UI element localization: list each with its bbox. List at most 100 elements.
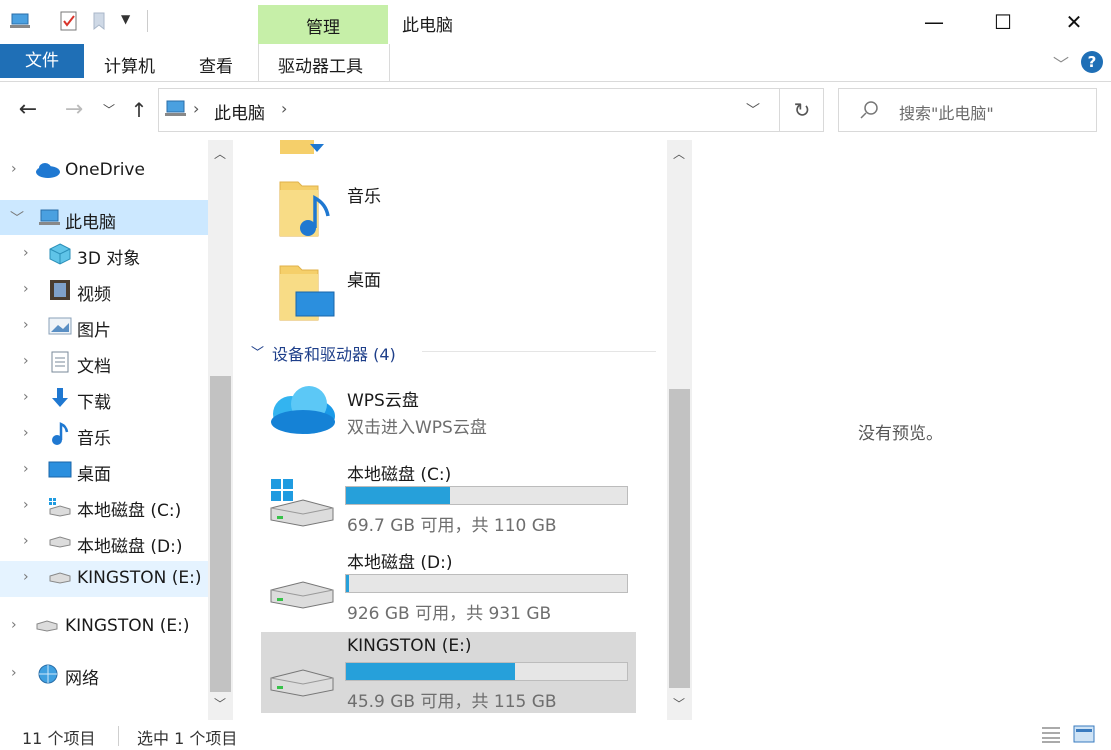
devices-group-header[interactable]: 设备和驱动器 (4) (272, 341, 396, 365)
expand-chevron-icon[interactable]: › (23, 353, 29, 369)
recent-locations-chevron-icon[interactable]: ﹀ (100, 98, 118, 122)
drive-c-name[interactable]: 本地磁盘 (C:) (347, 460, 451, 485)
manage-tab[interactable]: 管理 (258, 13, 388, 38)
sidebar-item-video[interactable]: 视频 (77, 280, 111, 305)
breadcrumb-chevron-icon[interactable]: › (281, 99, 287, 118)
drive-d-usage-bar (345, 574, 628, 593)
qat-dropdown-icon[interactable]: ▼ (121, 12, 130, 26)
sidebar-item-3d-objects[interactable]: 3D 对象 (77, 244, 140, 269)
status-selected-count: 选中 1 个项目 (137, 729, 238, 748)
sidebar-item-documents[interactable]: 文档 (77, 352, 111, 377)
group-collapse-chevron-icon[interactable]: ﹀ (251, 342, 264, 361)
sidebar-item-network[interactable]: 网络 (65, 664, 99, 689)
qat-divider (147, 10, 148, 32)
folder-music-label[interactable]: 音乐 (347, 182, 381, 207)
forward-arrow-icon[interactable]: → (60, 96, 88, 124)
status-divider (118, 726, 119, 746)
drive-c-icon (48, 497, 72, 521)
download-icon (50, 387, 70, 413)
drive-d-usage-fill (346, 575, 349, 592)
sidebar-item-this-pc[interactable]: 此电脑 (65, 208, 116, 233)
sidebar-item-desktop[interactable]: 桌面 (77, 460, 111, 485)
collapse-chevron-icon[interactable]: ﹀ (10, 208, 24, 228)
expand-chevron-icon[interactable]: › (23, 389, 29, 405)
drive-e-name[interactable]: KINGSTON (E:) (347, 636, 471, 656)
drive-c-usage-fill (346, 487, 450, 504)
search-icon (859, 100, 879, 124)
close-button[interactable]: ✕ (1051, 8, 1097, 36)
address-dropdown-icon[interactable]: ﹀ (746, 100, 760, 120)
tab-file[interactable]: 文件 (0, 44, 84, 78)
new-folder-icon[interactable] (90, 10, 112, 32)
ribbon-tab-bar (0, 44, 1111, 82)
sidebar-item-onedrive[interactable]: OneDrive (65, 160, 145, 180)
scroll-down-arrow-icon[interactable]: ﹀ (673, 695, 685, 712)
pictures-icon (48, 316, 72, 340)
expand-chevron-icon[interactable]: › (23, 245, 29, 261)
properties-icon[interactable] (58, 10, 80, 32)
3d-objects-icon (48, 243, 72, 269)
music-folder-icon[interactable] (278, 176, 334, 244)
expand-chevron-icon[interactable]: › (23, 497, 29, 513)
minimize-button[interactable]: — (911, 8, 957, 36)
sidebar-item-kingston-e-root[interactable]: KINGSTON (E:) (65, 616, 189, 636)
this-pc-icon (164, 98, 188, 124)
ribbon-expand-icon[interactable]: ﹀ (1051, 51, 1071, 74)
wps-cloud-icon[interactable] (267, 380, 339, 442)
drive-d-name[interactable]: 本地磁盘 (D:) (347, 548, 453, 573)
onedrive-icon (35, 160, 61, 184)
expand-chevron-icon[interactable]: › (23, 569, 29, 585)
status-item-count: 11 个项目 (22, 729, 96, 748)
scroll-up-arrow-icon[interactable]: ︿ (214, 145, 226, 162)
expand-chevron-icon[interactable]: › (11, 665, 17, 681)
details-view-icon[interactable] (1041, 724, 1061, 744)
window-title: 此电脑 (402, 16, 453, 36)
drive-d-icon (48, 534, 72, 554)
folder-desktop-label[interactable]: 桌面 (347, 266, 381, 291)
sidebar-item-drive-c[interactable]: 本地磁盘 (C:) (77, 496, 181, 521)
expand-chevron-icon[interactable]: › (23, 461, 29, 477)
usb-drive-icon (48, 570, 72, 590)
expand-chevron-icon[interactable]: › (11, 161, 17, 177)
expand-chevron-icon[interactable]: › (11, 617, 17, 633)
maximize-button[interactable]: ☐ (980, 8, 1026, 36)
wps-cloud-name[interactable]: WPS云盘 (347, 386, 419, 411)
sidebar-item-drive-d[interactable]: 本地磁盘 (D:) (77, 532, 183, 557)
drive-e-usage-bar (345, 662, 628, 681)
content-scrollbar-thumb[interactable] (669, 389, 690, 688)
expand-chevron-icon[interactable]: › (23, 533, 29, 549)
large-icons-view-icon[interactable] (1073, 724, 1095, 744)
drive-c-usage-bar (345, 486, 628, 505)
breadcrumb-this-pc[interactable]: 此电脑 (214, 99, 265, 124)
expand-chevron-icon[interactable]: › (23, 281, 29, 297)
drive-e-free-space: 45.9 GB 可用，共 115 GB (347, 692, 557, 712)
drive-d-icon[interactable] (269, 578, 335, 622)
usb-drive-icon[interactable] (269, 666, 335, 710)
expand-chevron-icon[interactable]: › (23, 425, 29, 441)
partial-folder-icon (280, 140, 328, 160)
wps-cloud-subtitle: 双击进入WPS云盘 (347, 418, 487, 438)
back-arrow-icon[interactable]: ← (14, 96, 42, 124)
sidebar-item-kingston-e[interactable]: KINGSTON (E:) (77, 568, 201, 588)
tab-computer[interactable]: 计算机 (104, 52, 155, 77)
help-button[interactable]: ? (1081, 51, 1103, 73)
video-icon (48, 279, 72, 305)
up-arrow-icon[interactable]: ↑ (126, 96, 152, 124)
desktop-folder-icon[interactable] (278, 260, 336, 328)
search-placeholder: 搜索"此电脑" (899, 104, 994, 123)
sidebar-item-downloads[interactable]: 下载 (77, 388, 111, 413)
sidebar-scrollbar-thumb[interactable] (210, 376, 231, 692)
breadcrumb-chevron-icon[interactable]: › (193, 99, 199, 118)
refresh-icon[interactable]: ↻ (779, 88, 824, 132)
drive-d-free-space: 926 GB 可用，共 931 GB (347, 604, 552, 624)
expand-chevron-icon[interactable]: › (23, 317, 29, 333)
scroll-up-arrow-icon[interactable]: ︿ (673, 145, 685, 162)
sidebar-item-music[interactable]: 音乐 (77, 424, 111, 449)
tab-drive-tools[interactable]: 驱动器工具 (278, 52, 363, 77)
scroll-down-arrow-icon[interactable]: ﹀ (214, 695, 226, 712)
tab-view[interactable]: 查看 (199, 52, 233, 77)
this-pc-icon[interactable] (10, 10, 32, 32)
drive-c-icon[interactable] (269, 478, 335, 532)
sidebar-item-pictures[interactable]: 图片 (77, 316, 111, 341)
drive-c-free-space: 69.7 GB 可用，共 110 GB (347, 516, 557, 536)
